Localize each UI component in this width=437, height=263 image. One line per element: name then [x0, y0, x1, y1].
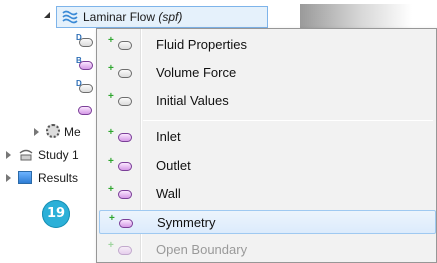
- add-icon: +: [108, 127, 114, 138]
- tree-child-pressure-point[interactable]: [76, 101, 96, 119]
- tree-node-study[interactable]: Study 1: [6, 146, 96, 164]
- menu-item-inlet[interactable]: + Inlet: [99, 125, 436, 149]
- expand-arrow-icon[interactable]: [6, 151, 11, 159]
- boundary-node-icon: [118, 190, 132, 199]
- menu-item-open-boundary[interactable]: + Open Boundary: [99, 238, 436, 262]
- tree-node-results[interactable]: Results: [6, 169, 96, 187]
- tree-node-label: Results: [38, 171, 79, 185]
- menu-item-outlet[interactable]: + Outlet: [99, 154, 436, 178]
- menu-item-wall[interactable]: + Wall: [99, 182, 436, 206]
- expand-arrow-icon[interactable]: [6, 174, 11, 182]
- domain-node-icon: [118, 41, 132, 50]
- boundary-node-icon: [118, 133, 132, 142]
- add-icon: +: [108, 184, 114, 195]
- node-pill-icon: [79, 61, 93, 70]
- tree-child-wall[interactable]: B: [76, 55, 96, 73]
- tree-node-label: Me: [64, 125, 81, 139]
- menu-item-label: Inlet: [156, 129, 181, 144]
- add-icon: +: [108, 35, 114, 46]
- menu-item-symmetry[interactable]: + Symmetry: [99, 210, 436, 234]
- tree-node-mesh[interactable]: Me: [34, 123, 96, 141]
- menu-item-label: Fluid Properties: [156, 37, 248, 52]
- tree-child-initial-values[interactable]: D: [76, 78, 96, 96]
- step-badge: 19: [42, 200, 70, 228]
- node-pill-icon: [79, 38, 93, 47]
- menu-item-volume-force[interactable]: + Volume Force: [99, 61, 436, 85]
- expand-arrow-icon[interactable]: [34, 128, 39, 136]
- boundary-node-icon: [118, 246, 132, 255]
- boundary-node-icon: [118, 162, 132, 171]
- menu-item-label: Open Boundary: [156, 242, 248, 257]
- add-icon: +: [108, 91, 114, 102]
- menu-item-fluid-properties[interactable]: + Fluid Properties: [99, 33, 436, 57]
- tree-child-fluid-properties[interactable]: D: [76, 32, 96, 50]
- tree-node-laminar-flow[interactable]: Laminar Flow (spf): [56, 6, 268, 28]
- results-icon: [18, 171, 32, 184]
- menu-item-label: Outlet: [156, 158, 191, 173]
- add-icon: +: [108, 240, 114, 251]
- add-icon: +: [108, 63, 114, 74]
- node-pill-icon: [79, 84, 93, 93]
- menu-item-label: Symmetry: [157, 215, 216, 230]
- add-icon: +: [109, 213, 115, 224]
- menu-separator: [143, 120, 433, 121]
- tree-node-label: Study 1: [38, 148, 79, 162]
- menu-item-initial-values[interactable]: + Initial Values: [99, 89, 436, 113]
- menu-item-label: Volume Force: [156, 65, 237, 80]
- add-icon: +: [108, 156, 114, 167]
- mesh-gear-icon: [46, 124, 60, 138]
- domain-node-icon: [118, 69, 132, 78]
- context-menu: + Fluid Properties + Volume Force + Init…: [96, 28, 437, 263]
- study-icon: [19, 149, 33, 161]
- menu-item-label: Wall: [156, 186, 181, 201]
- laminar-flow-icon: [62, 10, 78, 24]
- boundary-node-icon: [119, 219, 133, 228]
- collapse-arrow-icon[interactable]: [44, 12, 50, 18]
- menu-item-label: Initial Values: [156, 93, 229, 108]
- node-pill-icon: [78, 106, 92, 115]
- domain-node-icon: [118, 97, 132, 106]
- tree-node-label: Laminar Flow (spf): [83, 10, 183, 24]
